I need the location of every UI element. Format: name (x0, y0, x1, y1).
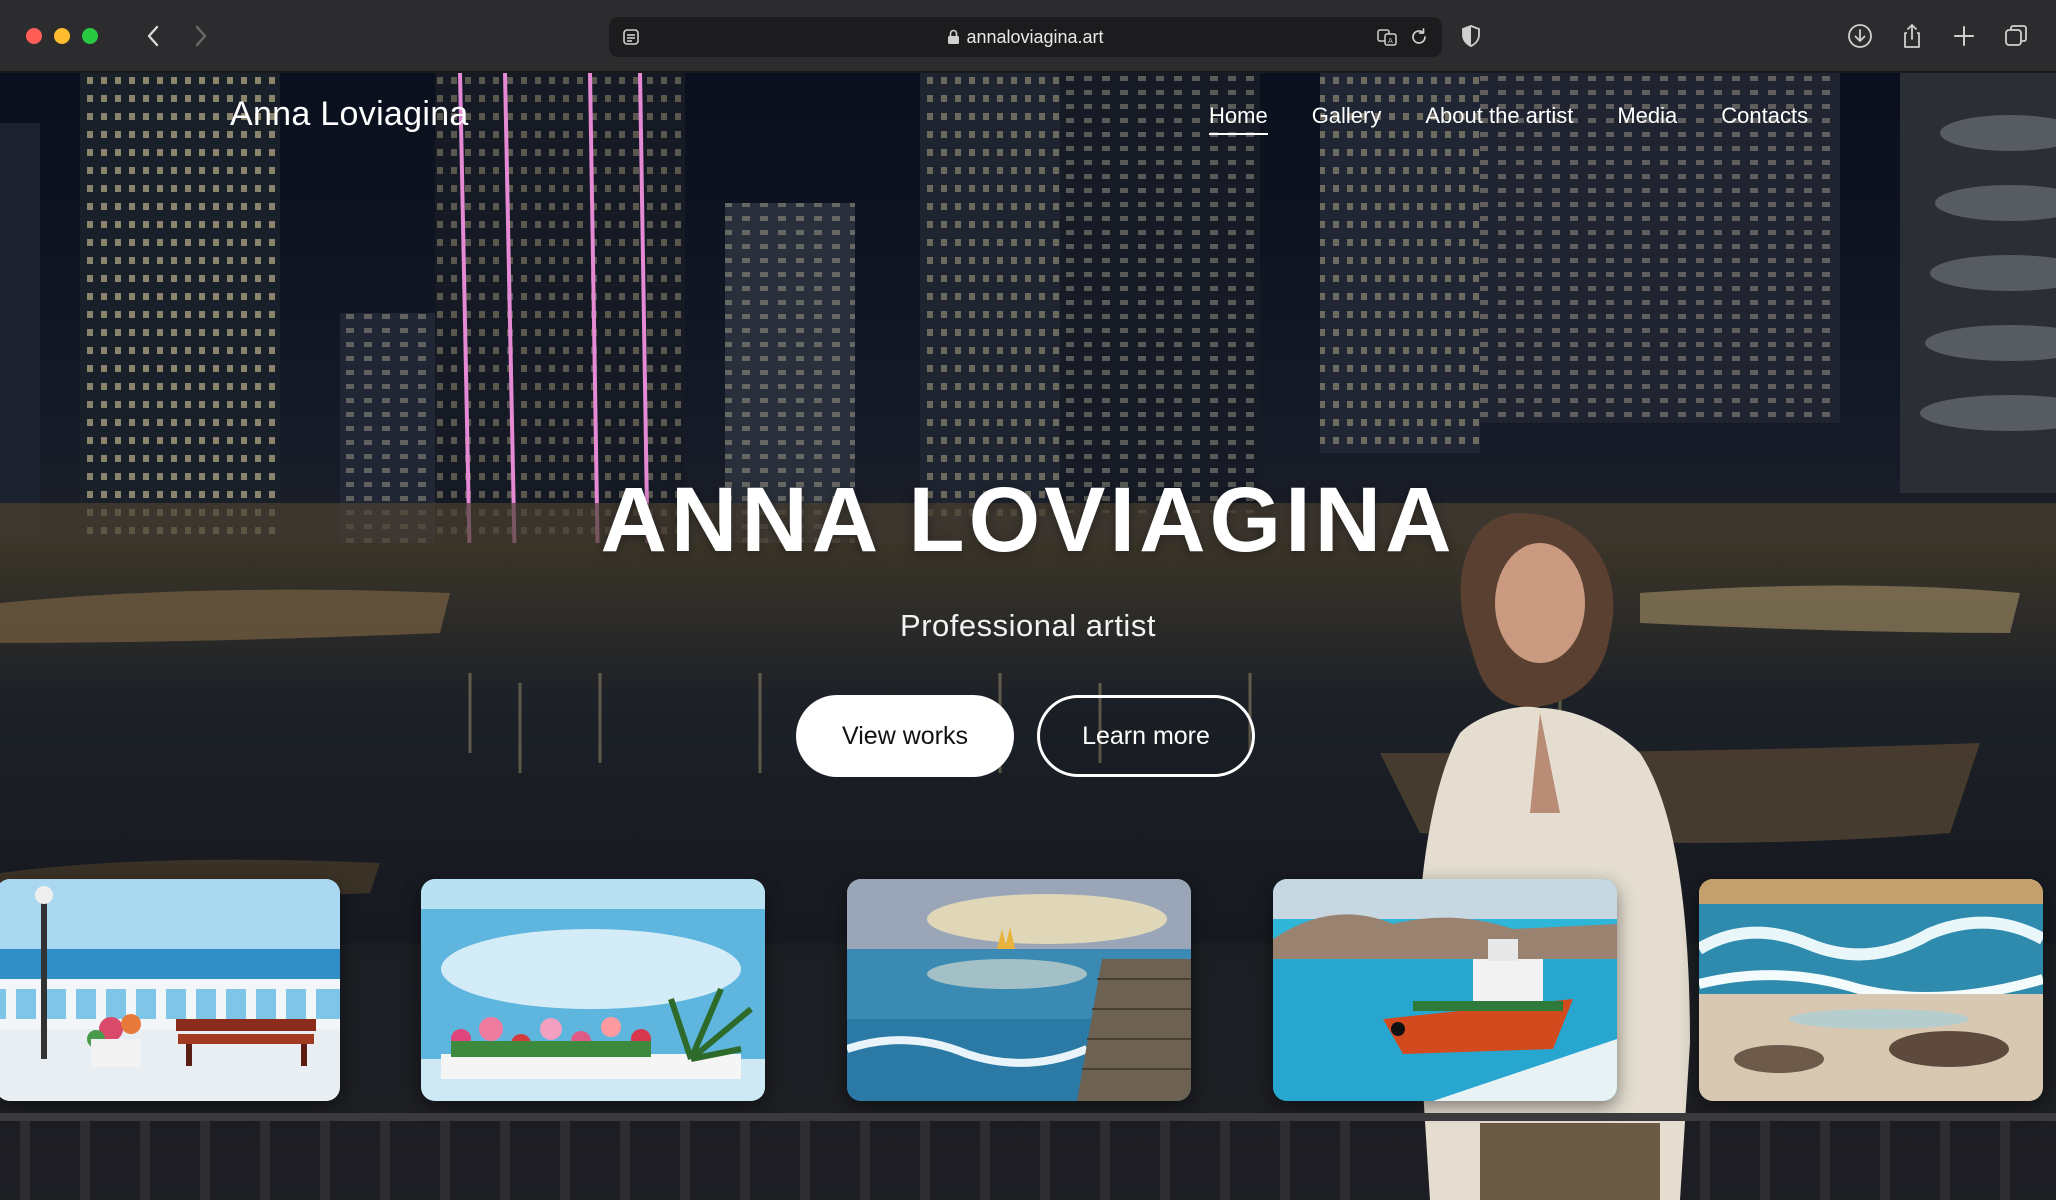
close-window-button[interactable] (26, 27, 42, 44)
new-tab-icon[interactable] (1950, 22, 1978, 50)
chevron-left-icon (147, 25, 159, 46)
address-bar[interactable]: annaloviagina.art A (609, 17, 1442, 57)
railing-image (0, 1113, 2056, 1200)
painting-image (1273, 879, 1617, 1101)
reload-icon[interactable] (1408, 26, 1430, 48)
painting-card[interactable] (0, 879, 340, 1101)
zoom-window-button[interactable] (82, 27, 98, 44)
nav-gallery[interactable]: Gallery (1312, 103, 1382, 135)
nav-about-the-artist[interactable]: About the artist (1425, 103, 1573, 135)
painting-card[interactable] (1699, 879, 2043, 1101)
nav-home[interactable]: Home (1209, 103, 1268, 135)
nav-contacts[interactable]: Contacts (1721, 103, 1808, 135)
hero-subtitle: Professional artist (900, 608, 1156, 643)
forward-button[interactable] (188, 23, 214, 49)
main-navigation: Home Gallery About the artist Media Cont… (1209, 103, 1808, 135)
svg-text:A: A (1388, 37, 1393, 45)
site-logo[interactable]: Anna Loviagina (230, 95, 469, 134)
learn-more-button[interactable]: Learn more (1037, 695, 1255, 777)
painting-card[interactable] (847, 879, 1191, 1101)
painting-card[interactable] (421, 879, 765, 1101)
browser-toolbar: annaloviagina.art A (0, 0, 2056, 72)
lock-icon (947, 29, 960, 45)
translate-icon[interactable]: A (1376, 26, 1398, 48)
minimize-window-button[interactable] (54, 27, 70, 44)
hero-section: Anna Loviagina Home Gallery About the ar… (0, 73, 2056, 1200)
painting-image (1699, 879, 2043, 1101)
gallery-preview (0, 879, 2056, 1101)
privacy-shield-icon[interactable] (1460, 24, 1482, 48)
site-header: Anna Loviagina Home Gallery About the ar… (0, 73, 2056, 163)
painting-card[interactable] (1273, 879, 1617, 1101)
painting-image (0, 879, 340, 1101)
hero-title: ANNA LOVIAGINA (600, 469, 1456, 571)
reader-view-icon[interactable] (621, 27, 641, 47)
painting-image (847, 879, 1191, 1101)
view-works-button[interactable]: View works (796, 695, 1014, 777)
window-controls (26, 27, 98, 44)
tab-overview-icon[interactable] (2002, 22, 2030, 50)
share-icon[interactable] (1898, 22, 1926, 50)
downloads-icon[interactable] (1846, 22, 1874, 50)
nav-media[interactable]: Media (1617, 103, 1677, 135)
painting-image (421, 879, 765, 1101)
url-text: annaloviagina.art (966, 26, 1104, 47)
chevron-right-icon (195, 25, 207, 46)
back-button[interactable] (140, 23, 166, 49)
